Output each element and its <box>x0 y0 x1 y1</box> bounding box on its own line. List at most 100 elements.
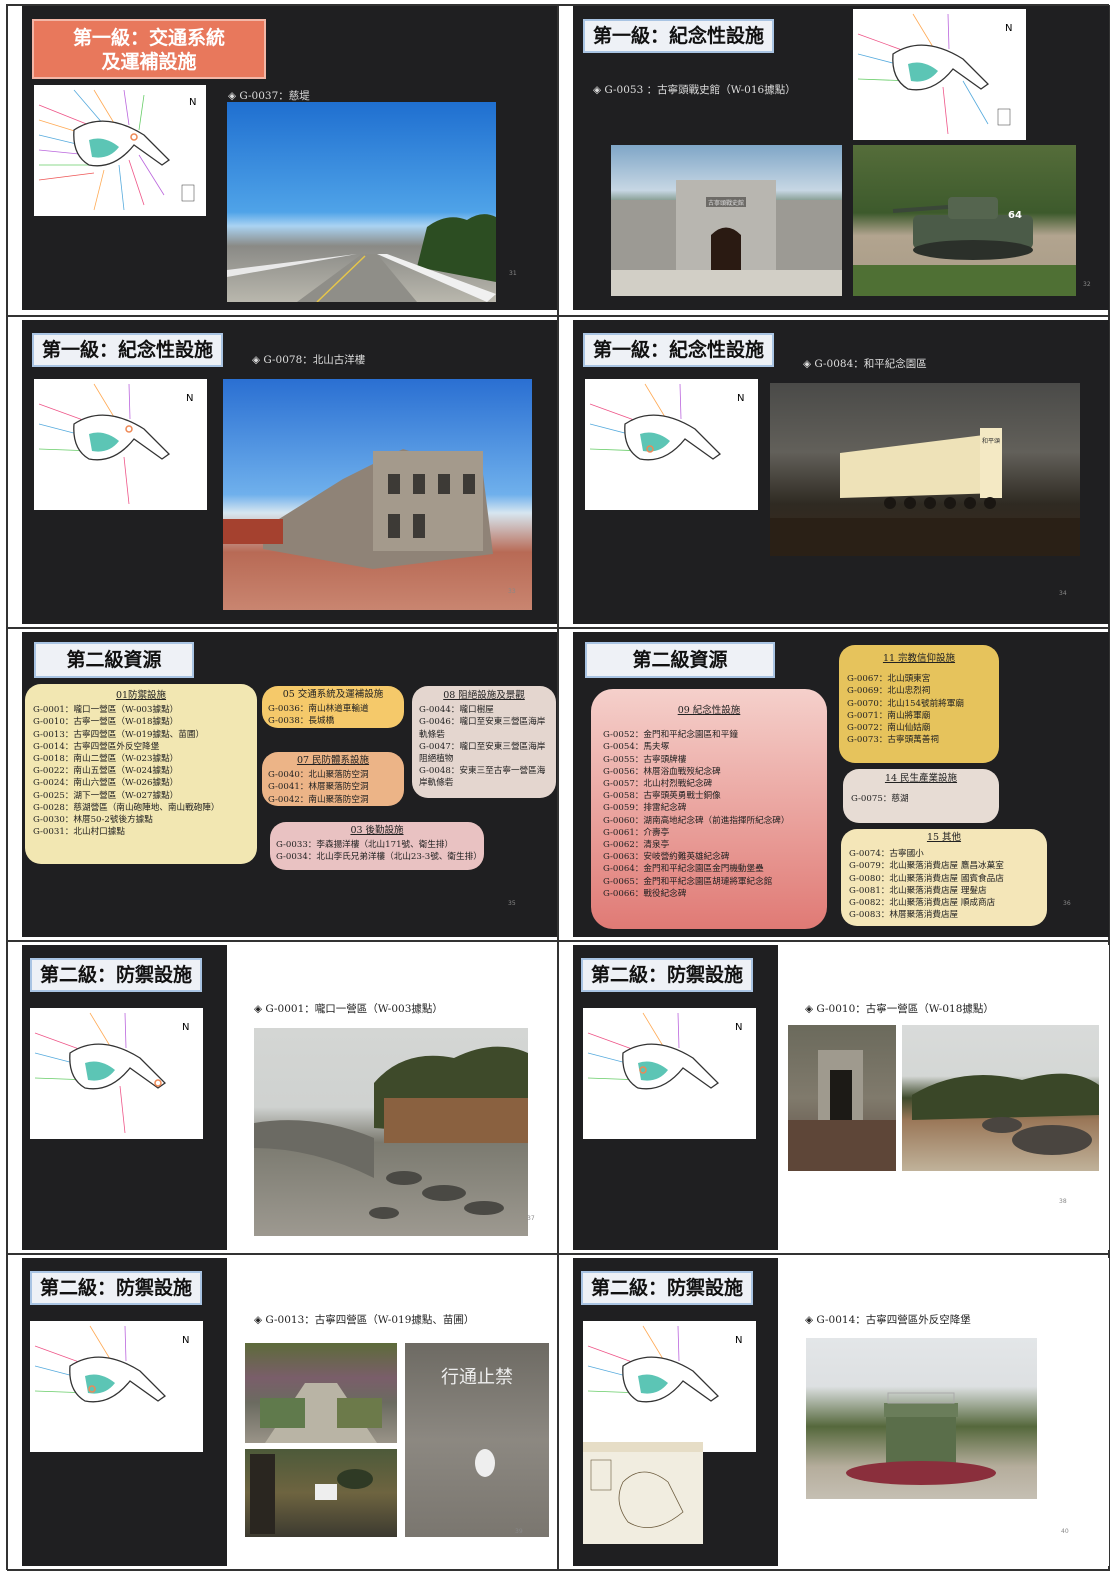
slide-title: 第一級：紀念性設施 <box>583 333 775 367</box>
box-line: G-0024：南山六營區（W-026據點） <box>33 778 179 789</box>
slide-caption: ◈ G-0013：古寧四營區（W-019據點、苗圃） <box>254 1314 475 1326</box>
box-line: G-0073：古寧頭萬善祠 <box>847 735 939 746</box>
page-number: 32 <box>1083 281 1091 288</box>
box-line: G-0057：北山村烈戰紀念碑 <box>603 779 713 790</box>
resource-box-livelihood: 14 民生產業設施 G-0075：慈湖 <box>843 769 999 823</box>
tank-number: 64 <box>1008 210 1022 221</box>
slide-32[interactable]: 第一級：紀念性設施 ◈ G-0053 ：古寧頭戰史館（W-016據點） N 古寧… <box>573 6 1109 310</box>
wall-sign: 和平頌 <box>982 437 1000 445</box>
page-number: 33 <box>508 588 516 595</box>
box-line: G-0071：南山將軍廟 <box>847 710 931 721</box>
page-number: 36 <box>1063 900 1071 907</box>
slide-31[interactable]: 第一級：交通系統 及運補設施 N ◈ G-0037：慈堤 31 <box>22 6 557 310</box>
resource-box-religion: 11 宗教信仰設施 G-0067：北山頭東宮 G-0069：北山忠烈祠 G-00… <box>839 645 999 763</box>
page-number: 34 <box>1059 590 1067 597</box>
box-line: G-0036：南山林道車輸道 <box>268 704 369 715</box>
box-heading: 11 宗教信仰設施 <box>882 653 956 664</box>
box-line: G-0030：林厝50-2號後方據點 <box>33 815 153 826</box>
box-heading: 09 紀念性設施 <box>677 705 741 716</box>
slide-40[interactable]: 第二級：防禦設施 N ◈ G-0014：古寧四營區外反空降堡 40 <box>573 1258 1109 1566</box>
slide-title: 第二級資源 <box>585 642 775 678</box>
box-line: G-0028：慈湖營區（南山砲陣地、南山戰砲陣） <box>33 802 220 813</box>
box-heading: 08 阻絕設施及景觀 <box>443 690 525 701</box>
box-line: G-0063：安岐營約難英雄紀念碑 <box>603 852 730 863</box>
bridge-photo <box>245 1343 397 1443</box>
box-line: G-0047：嚨口至安東三營區海岸阻絕植物 <box>419 741 546 765</box>
box-heading: 05 交通系統及運補設施 <box>282 689 384 700</box>
page-number: 39 <box>515 1528 523 1535</box>
slide-caption: ◈ G-0053 ：古寧頭戰史館（W-016據點） <box>593 84 796 96</box>
slide-caption: ◈ G-0078：北山古洋樓 <box>252 354 366 366</box>
no-entry-wall-photo: 行通止禁 <box>405 1343 549 1537</box>
slide-33[interactable]: 第一級：紀念性設施 ◈ G-0078：北山古洋樓 N 33 <box>22 320 557 624</box>
page-number: 38 <box>1059 1198 1067 1205</box>
box-line: G-0075：慈湖 <box>851 794 909 805</box>
slide-cell-38: 第二級：防禦設施 N ◈ G-0010：古寧一營區（W-018據點） 38 <box>558 941 1110 1254</box>
site-location-map: N <box>30 1008 203 1139</box>
seawall-road-photo <box>227 102 496 302</box>
slide-title: 第二級：防禦設施 <box>30 958 203 992</box>
site-location-map: N <box>583 1321 756 1452</box>
page-number: 35 <box>508 900 516 907</box>
box-line: G-0064：金門和平紀念園區金門機動堡壘 <box>603 864 764 875</box>
svg-text:N: N <box>1005 23 1012 34</box>
svg-text:N: N <box>735 1335 742 1346</box>
peace-memorial-photo: 和平頌 <box>770 383 1080 556</box>
slide-39[interactable]: 第二級：防禦設施 N ◈ G-0013：古寧四營區（W-019據點、苗圃） 行通… <box>22 1258 557 1566</box>
svg-text:N: N <box>737 393 744 404</box>
slide-caption: ◈ G-0014：古寧四營區外反空降堡 <box>805 1314 971 1326</box>
box-line: G-0033：李森揚洋樓（北山171號、衛生排） <box>276 840 454 851</box>
box-line: G-0054：馬夫塚 <box>603 742 670 753</box>
slide-36[interactable]: 第二級資源 09 紀念性設施 G-0052：金門和平紀念園區和平鐘 G-0054… <box>573 632 1109 937</box>
box-line: G-0014：古寧四營區外反空降堡 <box>33 741 160 752</box>
box-line: G-0010：古寧一營區（W-018據點） <box>33 717 179 728</box>
svg-text:N: N <box>182 1335 189 1346</box>
historic-site-map <box>583 1442 703 1544</box>
slide-35[interactable]: 第二級資源 01防禦設施 G-0001：嚨口一營區（W-003據點） G-001… <box>22 632 557 937</box>
slide-cell-40: 第二級：防禦設施 N ◈ G-0014：古寧四營區外反空降堡 40 <box>558 1254 1110 1571</box>
page-number: 40 <box>1061 1528 1069 1535</box>
resource-box-transport: 05 交通系統及運補設施 G-0036：南山林道車輸道 G-0038：長城橋 <box>262 686 404 728</box>
site-location-map: N <box>583 1008 756 1139</box>
box-line: G-0070：北山154號前將軍廟 <box>847 698 964 709</box>
box-line: G-0080：北山聚落消費店屋 國賓食品店 <box>849 873 1004 884</box>
slide-cell-37: 第二級：防禦設施 N ◈ G-0001：嚨口一營區（W-003據點） 37 <box>7 941 558 1254</box>
box-line: G-0083：林厝聚落消費店屋 <box>849 910 959 921</box>
box-line: G-0022：南山五營區（W-024據點） <box>33 766 179 777</box>
svg-text:N: N <box>186 393 193 404</box>
slide-caption: ◈ G-0010：古寧一營區（W-018據點） <box>805 1003 994 1015</box>
slide-title: 第二級資源 <box>34 642 194 678</box>
resource-box-defense: 01防禦設施 G-0001：嚨口一營區（W-003據點） G-0010：古寧一營… <box>25 684 257 864</box>
svg-text:N: N <box>182 1022 189 1033</box>
box-line: G-0031：北山村口據點 <box>33 827 125 838</box>
box-line: G-0061：介壽亭 <box>603 827 670 838</box>
box-line: G-0081：北山聚落消費店屋 理髮店 <box>849 885 987 896</box>
tank-photo: 64 <box>853 145 1076 296</box>
tunnel-entrance-photo <box>788 1025 896 1171</box>
slide-caption: ◈ G-0001：嚨口一營區（W-003據點） <box>254 1003 443 1015</box>
box-line: G-0052：金門和平紀念園區和平鐘 <box>603 730 738 741</box>
slide-34[interactable]: 第一級：紀念性設施 ◈ G-0084：和平紀念園區 N 和平頌 34 <box>573 320 1109 624</box>
slide-38[interactable]: 第二級：防禦設施 N ◈ G-0010：古寧一營區（W-018據點） 38 <box>573 945 1109 1250</box>
slide-title: 第二級：防禦設施 <box>581 1271 754 1305</box>
box-line: G-0025：湖下一營區（W-027據點） <box>33 790 179 801</box>
site-location-map: N <box>34 85 206 216</box>
resource-box-memorial: 09 紀念性設施 G-0052：金門和平紀念園區和平鐘 G-0054：馬夫塚 G… <box>591 689 827 929</box>
box-heading: 14 民生產業設施 <box>884 773 958 784</box>
box-line: G-0013：古寧四營區（W-019據點、苗圃） <box>33 729 205 740</box>
slide-title: 第一級：交通系統 及運補設施 <box>32 19 266 79</box>
slide-cell-32: 第一級：紀念性設施 ◈ G-0053 ：古寧頭戰史館（W-016據點） N 古寧… <box>558 5 1110 316</box>
box-line: G-0062：清泉亭 <box>603 840 670 851</box>
box-line: G-0046：嚨口至安東三營區海岸軌條砦 <box>419 717 546 740</box>
slide-37[interactable]: 第二級：防禦設施 N ◈ G-0001：嚨口一營區（W-003據點） 37 <box>22 945 557 1250</box>
box-line: G-0082：北山聚落消費店屋 順成商店 <box>849 898 996 909</box>
coastal-ruins-photo <box>902 1025 1099 1171</box>
slide-cell-31: 第一級：交通系統 及運補設施 N ◈ G-0037：慈堤 31 <box>7 5 558 316</box>
box-line: G-0034：北山李氏兄弟洋樓（北山23-3號、衛生排） <box>276 852 482 863</box>
slide-title: 第二級：防禦設施 <box>581 958 754 992</box>
box-line: G-0060：湖南高地紀念碑（前進指揮所紀念碑） <box>603 815 790 826</box>
box-line: G-0065：金門和平紀念園區胡璉將軍紀念館 <box>603 876 773 887</box>
box-heading: 03 後勤設施 <box>350 825 404 836</box>
slide-cell-34: 第一級：紀念性設施 ◈ G-0084：和平紀念園區 N 和平頌 34 <box>558 316 1110 628</box>
slide-cell-39: 第二級：防禦設施 N ◈ G-0013：古寧四營區（W-019據點、苗圃） 行通… <box>7 1254 558 1571</box>
